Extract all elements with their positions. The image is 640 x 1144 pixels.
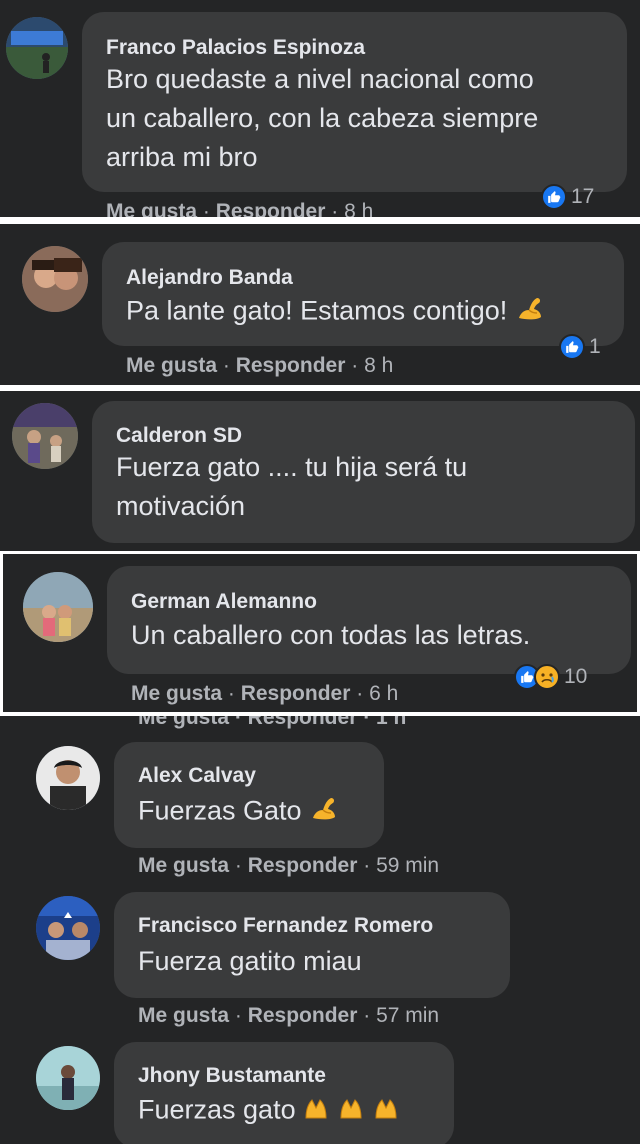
avatar[interactable] bbox=[36, 746, 100, 810]
avatar-photo-icon bbox=[36, 1046, 100, 1110]
comment-panel-3: Calderon SD Fuerza gato .... tu hija ser… bbox=[0, 391, 640, 551]
reaction-count: 17 bbox=[571, 185, 595, 208]
avatar[interactable] bbox=[6, 17, 68, 79]
clipped-comment-actions: Me gusta · Responder · 1 h bbox=[138, 716, 407, 729]
like-link[interactable]: Me gusta bbox=[138, 1004, 229, 1027]
avatar-photo-icon bbox=[22, 246, 88, 312]
like-link[interactable]: Me gusta bbox=[138, 854, 229, 877]
raising-hands-icon bbox=[303, 1094, 407, 1129]
comment-panel-1: Franco Palacios Espinoza Bro quedaste a … bbox=[0, 0, 640, 217]
comment-actions: Me gusta · Responder · 8 h bbox=[106, 200, 373, 217]
separator-dot: · bbox=[331, 200, 339, 217]
comment-author[interactable]: Francisco Fernandez Romero bbox=[138, 914, 433, 938]
comment-text-line: Fuerzas gato bbox=[138, 1094, 407, 1129]
reaction-summary[interactable]: 1 bbox=[556, 332, 607, 362]
flexed-biceps-icon bbox=[515, 294, 545, 331]
comment-author[interactable]: Franco Palacios Espinoza bbox=[106, 36, 365, 60]
comment-author[interactable]: Jhony Bustamante bbox=[138, 1064, 326, 1088]
avatar-photo-icon bbox=[23, 572, 93, 642]
comment-actions: Me gusta · Responder · 59 min bbox=[138, 854, 439, 878]
separator-dot: · bbox=[356, 682, 364, 705]
comment-text-line: motivación bbox=[116, 491, 246, 521]
comment-text-line: Bro quedaste a nivel nacional como bbox=[106, 64, 534, 94]
separator-dot: · bbox=[202, 200, 210, 217]
separator-dot: · bbox=[222, 354, 230, 377]
comment-panel-4: German Alemanno Un caballero con todas l… bbox=[0, 554, 640, 712]
like-reaction-icon bbox=[541, 184, 567, 210]
reply-link[interactable]: Responder bbox=[248, 854, 358, 877]
avatar[interactable] bbox=[36, 1046, 100, 1110]
comment-author[interactable]: Alejandro Banda bbox=[126, 266, 293, 290]
avatar[interactable] bbox=[23, 572, 93, 642]
avatar-photo-icon bbox=[36, 896, 100, 960]
comment-author[interactable]: Alex Calvay bbox=[138, 764, 256, 788]
like-reaction-icon bbox=[559, 334, 585, 360]
separator-dot: · bbox=[234, 854, 242, 877]
avatar-photo-icon bbox=[36, 746, 100, 810]
screenshot-divider bbox=[0, 217, 640, 224]
separator-dot: · bbox=[234, 1004, 242, 1027]
comment-actions: Me gusta · Responder · 6 h bbox=[131, 682, 398, 706]
avatar-photo-icon bbox=[12, 403, 78, 469]
separator-dot: · bbox=[227, 682, 235, 705]
comment-text-line: un caballero, con la cabeza siempre bbox=[106, 103, 539, 133]
comment-panel-2: Alejandro Banda Pa lante gato! Estamos c… bbox=[0, 224, 640, 385]
separator-dot: · bbox=[363, 854, 371, 877]
like-link[interactable]: Me gusta bbox=[131, 682, 222, 705]
reply-link[interactable]: Responder bbox=[216, 200, 326, 217]
comment-text-line: Fuerzas Gato bbox=[138, 794, 339, 831]
comment-text-line: Fuerza gatito miau bbox=[138, 946, 362, 976]
comment-panel-5: Me gusta · Responder · 1 h Alex Calvay F… bbox=[0, 716, 640, 1144]
comment-text-line: Fuerza gato .... tu hija será tu bbox=[116, 452, 468, 482]
flexed-biceps-icon bbox=[309, 794, 339, 831]
comment-text-line: Un caballero con todas las letras. bbox=[131, 620, 531, 650]
like-link[interactable]: Me gusta bbox=[126, 354, 217, 377]
like-link[interactable]: Me gusta bbox=[106, 200, 197, 217]
comment-text: Fuerzas Gato bbox=[138, 795, 302, 826]
sad-reaction-icon bbox=[534, 664, 560, 690]
comment-author[interactable]: Calderon SD bbox=[116, 424, 242, 448]
reply-link[interactable]: Responder bbox=[236, 354, 346, 377]
comment-text-line: Pa lante gato! Estamos contigo! bbox=[126, 294, 545, 331]
comment-text: Pa lante gato! Estamos contigo! bbox=[126, 295, 508, 326]
reply-link[interactable]: Responder bbox=[241, 682, 351, 705]
reaction-count: 10 bbox=[564, 665, 588, 688]
comment-text: Fuerzas gato bbox=[138, 1094, 296, 1125]
avatar-photo-icon bbox=[6, 17, 68, 79]
avatar[interactable] bbox=[12, 403, 78, 469]
reaction-summary[interactable]: 17 bbox=[538, 182, 600, 212]
separator-dot: · bbox=[351, 354, 359, 377]
comment-time[interactable]: 6 h bbox=[369, 682, 398, 705]
separator-dot: · bbox=[363, 1004, 371, 1027]
reaction-summary[interactable]: 10 bbox=[511, 662, 593, 692]
comment-time[interactable]: 8 h bbox=[344, 200, 373, 217]
comment-bubble bbox=[114, 892, 510, 998]
comment-time[interactable]: 59 min bbox=[376, 854, 439, 877]
comment-author[interactable]: German Alemanno bbox=[131, 590, 317, 614]
avatar[interactable] bbox=[22, 246, 88, 312]
comment-time[interactable]: 57 min bbox=[376, 1004, 439, 1027]
comment-text-line: arriba mi bro bbox=[106, 142, 258, 172]
comment-time[interactable]: 8 h bbox=[364, 354, 393, 377]
avatar[interactable] bbox=[36, 896, 100, 960]
reply-link[interactable]: Responder bbox=[248, 1004, 358, 1027]
comment-actions: Me gusta · Responder · 57 min bbox=[138, 1004, 439, 1028]
comment-actions: Me gusta · Responder · 8 h bbox=[126, 354, 393, 378]
reaction-count: 1 bbox=[589, 335, 601, 358]
